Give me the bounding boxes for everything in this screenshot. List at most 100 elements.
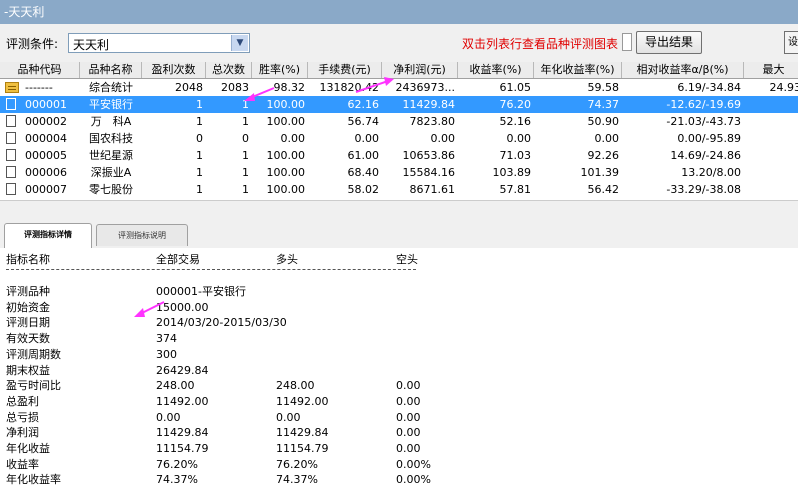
summary-row[interactable]: ------- 综合统计 2048 2083 98.32 131820.42 2436973…	[0, 79, 798, 96]
cell-return: 103.89	[492, 166, 532, 179]
cell-total: 1	[242, 115, 249, 128]
table-row[interactable]: 000007 零七股份 1 1 100.00 58.02 8671.61 57.81 56.42…	[0, 181, 798, 198]
column-header-total[interactable]: 总次数	[206, 62, 252, 78]
settings-button[interactable]: 设	[784, 31, 798, 54]
cell-max	[744, 147, 798, 164]
cell-code: 000002	[25, 115, 67, 128]
window-title: -天天利	[4, 5, 45, 19]
cell-return: 0.00	[506, 132, 532, 145]
cell-total: 1	[242, 149, 249, 162]
document-icon	[6, 98, 16, 110]
metric-row: 评测品种 000001-平安银行	[0, 284, 798, 300]
cell-wins: 1	[196, 149, 203, 162]
column-header-wins[interactable]: 盈利次数	[142, 62, 206, 78]
metric-all: 0.00	[156, 410, 181, 424]
metric-row: 净利润 11429.84 11429.84 0.00	[0, 425, 798, 441]
column-header-max[interactable]: 最大	[744, 62, 798, 78]
cell-fee: 68.40	[347, 166, 380, 179]
metric-name: 总盈利	[6, 394, 39, 408]
cell-name: 世纪星源	[89, 149, 133, 162]
cell-alpha-beta: 14.69/-24.86	[670, 149, 741, 162]
cell-max	[744, 164, 798, 181]
annotation-arrow-icon	[244, 87, 275, 101]
cell-max	[744, 113, 798, 130]
cell-alpha-beta: -21.03/-43.73	[666, 115, 741, 128]
tab-metrics-detail[interactable]: 评测指标详情	[4, 223, 92, 248]
cell-max: 24.93	[769, 81, 798, 94]
metric-all: 74.37%	[156, 473, 198, 487]
results-grid[interactable]: 品种代码 品种名称 盈利次数 总次数 胜率(%) 手续费(元) 净利润(元) 收益率(%) 年化…	[0, 62, 798, 217]
condition-label: 评测条件:	[6, 37, 59, 51]
cell-annual-return: 0.00	[594, 132, 620, 145]
cell-code: -------	[25, 81, 53, 94]
cell-net-profit: 15584.16	[402, 166, 456, 179]
cell-alpha-beta: 13.20/8.00	[681, 166, 741, 179]
metric-short: 0.00%	[396, 473, 431, 487]
metric-long: 11154.79	[276, 442, 329, 455]
metric-all: 26429.84	[156, 363, 209, 377]
cell-total: 1	[242, 166, 249, 179]
column-header-annual-return[interactable]: 年化收益率(%)	[534, 62, 622, 78]
chevron-down-icon[interactable]: ▼	[231, 35, 248, 51]
cell-name: 国农科技	[89, 132, 133, 145]
cell-return: 76.20	[499, 98, 532, 111]
tab-metrics-explanation[interactable]: 评测指标说明	[96, 224, 188, 246]
cell-win-rate: 100.00	[266, 183, 306, 196]
cell-alpha-beta: 6.19/-34.84	[677, 81, 741, 94]
document-icon	[6, 183, 16, 195]
table-row[interactable]: 000005 世纪星源 1 1 100.00 61.00 10653.86 71.03 92.2…	[0, 147, 798, 164]
cell-name: 综合统计	[89, 81, 133, 94]
table-row[interactable]: 000004 国农科技 0 0 0.00 0.00 0.00 0.00 0.00 0.00/-95…	[0, 130, 798, 147]
cell-name: 平安银行	[89, 98, 133, 111]
metric-long: 0.00	[276, 410, 301, 424]
metric-row: 总盈利 11492.00 11492.00 0.00	[0, 394, 798, 410]
cell-name: 深振业A	[90, 166, 132, 179]
metric-short: 0.00	[396, 442, 421, 455]
metric-all: 374	[156, 332, 177, 346]
table-row[interactable]: 000006 深振业A 1 1 100.00 68.40 15584.16 103.89 101…	[0, 164, 798, 181]
column-header-return[interactable]: 收益率(%)	[458, 62, 534, 78]
table-row[interactable]: 000002 万 科A 1 1 100.00 56.74 7823.80 52.16 50.90…	[0, 113, 798, 130]
cell-return: 57.81	[499, 183, 532, 196]
condition-select-value: 天天利	[73, 38, 110, 52]
cell-code: 000004	[25, 132, 67, 145]
summary-icon	[5, 82, 19, 93]
metric-all: 2014/03/20-2015/03/30	[156, 316, 287, 330]
cell-fee: 62.16	[347, 98, 380, 111]
cell-alpha-beta: -12.62/-19.69	[666, 98, 741, 111]
column-header-name[interactable]: 品种名称	[80, 62, 142, 78]
export-results-button[interactable]: 导出结果	[636, 31, 702, 54]
cell-wins: 0	[196, 132, 203, 145]
horizontal-scrollbar[interactable]	[0, 200, 798, 217]
cell-annual-return: 59.58	[587, 81, 620, 94]
detail-header-long: 多头	[276, 253, 298, 266]
cell-wins: 1	[196, 115, 203, 128]
metric-name: 评测品种	[6, 285, 50, 298]
column-header-code[interactable]: 品种代码	[0, 62, 80, 78]
cell-max	[744, 130, 798, 147]
metric-name: 期末权益	[6, 363, 50, 377]
cell-net-profit: 11429.84	[402, 98, 456, 111]
metric-row: 年化收益 11154.79 11154.79 0.00	[0, 441, 798, 457]
condition-select[interactable]: 天天利 ▼	[68, 33, 250, 53]
metric-long: 76.20%	[276, 457, 318, 471]
cell-fee: 61.00	[347, 149, 380, 162]
column-header-win-rate[interactable]: 胜率(%)	[252, 62, 308, 78]
cell-alpha-beta: -33.29/-38.08	[666, 183, 741, 196]
cell-return: 71.03	[499, 149, 532, 162]
window-titlebar: -天天利	[0, 0, 798, 24]
metric-short: 0.00%	[396, 457, 431, 471]
cell-code: 000007	[25, 183, 67, 196]
cell-total: 0	[242, 132, 249, 145]
metric-name: 有效天数	[6, 332, 50, 346]
metric-row: 评测日期 2014/03/20-2015/03/30	[0, 315, 798, 331]
detail-header-short: 空头	[396, 253, 418, 266]
metric-short: 0.00	[396, 379, 421, 393]
metric-name: 评测周期数	[6, 347, 61, 361]
metric-row: 盈亏时间比 248.00 248.00 0.00	[0, 378, 798, 394]
cell-wins: 1	[196, 166, 203, 179]
cell-win-rate: 100.00	[266, 166, 306, 179]
column-header-alpha-beta[interactable]: 相对收益率α/β(%)	[622, 62, 744, 78]
document-icon	[6, 132, 16, 144]
table-row[interactable]: 000001 平安银行 1 1 100.00 62.16 11429.84 76.20 74.3…	[0, 96, 798, 113]
